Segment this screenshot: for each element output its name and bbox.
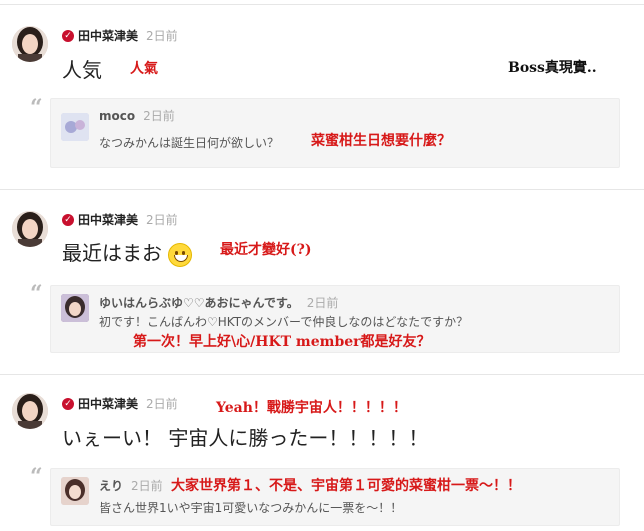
- reply-author-name[interactable]: moco: [99, 109, 135, 123]
- post: ✓ 田中菜津美 2日前 Yeah！戰勝宇宙人！！！！！ いぇーい！ 宇宙人に勝っ…: [0, 374, 644, 531]
- author-line: ✓ 田中菜津美 2日前: [62, 395, 178, 412]
- post-time[interactable]: 2日前: [146, 395, 178, 412]
- reply-time[interactable]: 2日前: [143, 109, 175, 123]
- verified-icon: ✓: [62, 29, 74, 42]
- avatar[interactable]: [12, 393, 48, 429]
- reply-box: ゆいはんらぶゆ♡♡あおにゃんです。 2日前 初です！こんばんわ♡HKTのメンバーで…: [50, 285, 620, 353]
- reply-author: ゆいはんらぶゆ♡♡あおにゃんです。 2日前: [99, 294, 338, 311]
- reply-author: えり 2日前: [99, 477, 163, 494]
- quote-icon: “: [30, 281, 43, 307]
- reply-translation-annotation: 大家世界第１、不是、宇宙第１可愛的菜蜜柑一票～！！: [171, 478, 521, 494]
- reply-translation-annotation: 第一次！早上好\心/HKT member都是好友？: [133, 334, 431, 350]
- smile-emoji-icon: [168, 242, 192, 267]
- translation-annotation: 最近才變好(?): [220, 242, 312, 258]
- reply-author-name[interactable]: えり: [99, 479, 123, 493]
- post-text-line: 最近はまお: [62, 237, 192, 267]
- author-name[interactable]: 田中菜津美: [78, 27, 138, 44]
- reply-avatar[interactable]: [61, 113, 89, 141]
- reply-box: moco 2日前 なつみかんは誕生日何が欲しい？ 菜蜜柑生日想要什麼？: [50, 98, 620, 168]
- reply-time[interactable]: 2日前: [131, 479, 163, 493]
- translation-annotation: 人氣: [130, 61, 158, 77]
- comment-annotation: Boss真現實..: [508, 60, 597, 76]
- translation-annotation: Yeah！戰勝宇宙人！！！！！: [216, 400, 407, 416]
- quote-icon: “: [30, 464, 43, 490]
- avatar[interactable]: [12, 211, 48, 247]
- reply-avatar[interactable]: [61, 294, 89, 322]
- reply-text: 皆さん世界1いや宇宙1可愛いなつみかんに一票を～！！: [99, 501, 403, 515]
- post-text: いぇーい！ 宇宙人に勝ったー！！！！！: [62, 426, 429, 450]
- post-text: 人気: [62, 58, 102, 82]
- post-time[interactable]: 2日前: [146, 27, 178, 44]
- post: ✓ 田中菜津美 2日前 人気 人氣 Boss真現實.. “ moco 2日前 なつ…: [0, 0, 644, 189]
- author-line: ✓ 田中菜津美 2日前: [62, 211, 178, 228]
- post-text: 最近はまお: [62, 241, 162, 265]
- quote-icon: “: [30, 95, 43, 121]
- author-line: ✓ 田中菜津美 2日前: [62, 27, 178, 44]
- author-name[interactable]: 田中菜津美: [78, 211, 138, 228]
- reply-text: なつみかんは誕生日何が欲しい？: [99, 136, 280, 150]
- post: ✓ 田中菜津美 2日前 最近はまお 最近才變好(?) “ ゆいはんらぶゆ♡♡あお…: [0, 189, 644, 374]
- reply-box: えり 2日前 大家世界第１、不是、宇宙第１可愛的菜蜜柑一票～！！ 皆さん世界1いや…: [50, 468, 620, 526]
- author-name[interactable]: 田中菜津美: [78, 395, 138, 412]
- reply-time[interactable]: 2日前: [307, 296, 339, 310]
- reply-text: 初です！こんばんわ♡HKTのメンバーで仲良しなのはどなたですか？: [99, 315, 469, 329]
- reply-avatar[interactable]: [61, 477, 89, 505]
- avatar[interactable]: [12, 26, 48, 62]
- reply-translation-annotation: 菜蜜柑生日想要什麼？: [311, 133, 451, 149]
- post-time[interactable]: 2日前: [146, 211, 178, 228]
- reply-author: moco 2日前: [99, 107, 175, 124]
- verified-icon: ✓: [62, 213, 74, 226]
- reply-author-name[interactable]: ゆいはんらぶゆ♡♡あおにゃんです。: [99, 296, 299, 310]
- verified-icon: ✓: [62, 397, 74, 410]
